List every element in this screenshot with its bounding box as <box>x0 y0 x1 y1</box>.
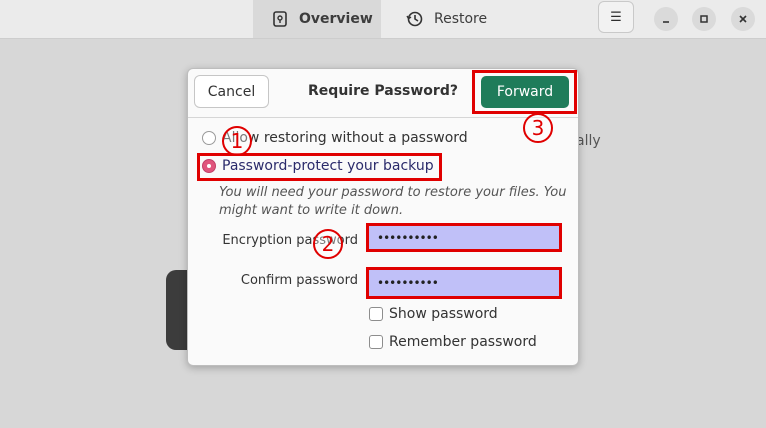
option-no-password-label: Allow restoring without a password <box>222 130 468 146</box>
dialog-title: Require Password? <box>308 83 458 99</box>
encryption-password-input[interactable]: •••••••••• <box>366 223 562 252</box>
hamburger-menu-icon: ☰ <box>610 9 622 25</box>
safe-icon <box>271 10 289 28</box>
tab-restore[interactable]: Restore <box>400 0 510 38</box>
annotation-marker-2: 2 <box>313 229 343 259</box>
password-option-highlight-box <box>197 153 442 181</box>
password-hint-text: You will need your password to restore y… <box>219 185 567 218</box>
show-password-toggle[interactable]: Show password <box>369 306 498 322</box>
remember-password-toggle[interactable]: Remember password <box>369 334 537 350</box>
show-password-label: Show password <box>389 306 498 322</box>
annotation-marker-3: 3 <box>523 113 553 143</box>
minimize-button[interactable] <box>654 7 678 31</box>
cancel-button[interactable]: Cancel <box>194 75 269 108</box>
history-icon <box>406 10 424 28</box>
close-icon <box>739 15 747 23</box>
confirm-password-label: Confirm password <box>240 273 358 288</box>
tab-restore-label: Restore <box>434 11 488 27</box>
close-window-button[interactable] <box>731 7 755 31</box>
tab-overview-label: Overview <box>299 11 373 27</box>
maximize-icon <box>700 15 708 23</box>
background-partial-text: ally <box>576 133 601 149</box>
confirm-password-input[interactable]: •••••••••• <box>366 267 562 299</box>
show-password-checkbox[interactable] <box>369 307 383 321</box>
forward-highlight-box <box>472 70 577 114</box>
remember-password-label: Remember password <box>389 334 537 350</box>
header-bar: Overview Restore ☰ <box>0 0 766 39</box>
tab-overview[interactable]: Overview <box>253 0 381 38</box>
radio-no-password[interactable] <box>202 131 216 145</box>
main-menu-button[interactable]: ☰ <box>598 1 634 33</box>
maximize-button[interactable] <box>692 7 716 31</box>
remember-password-checkbox[interactable] <box>369 335 383 349</box>
minimize-icon <box>663 21 669 23</box>
annotation-marker-1: 1 <box>222 126 252 156</box>
